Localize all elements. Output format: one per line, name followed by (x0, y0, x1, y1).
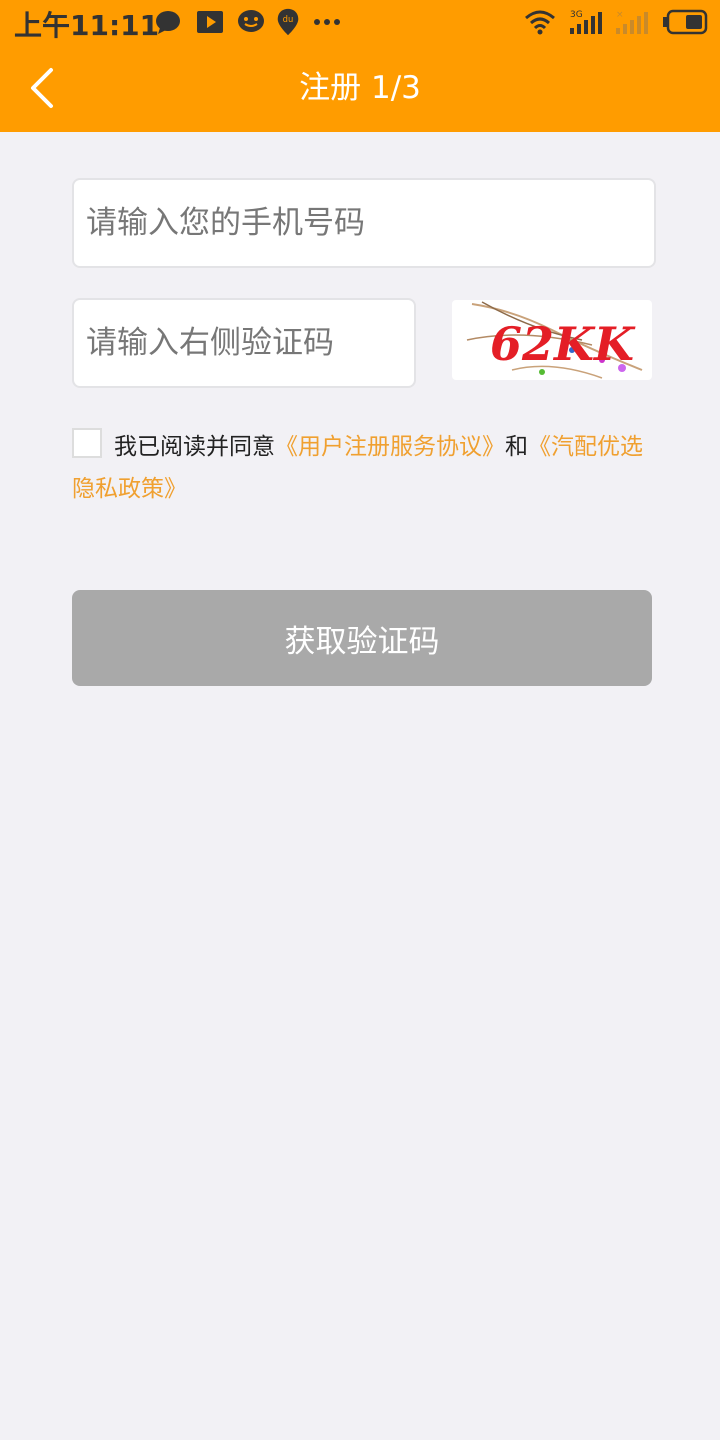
phone-input[interactable] (74, 180, 654, 266)
chat-bubble-icon (156, 11, 180, 34)
captcha-code-text: 62KK (490, 317, 636, 371)
status-time: 上午11:11 (14, 9, 160, 42)
agreement-prefix: 我已阅读并同意 (114, 434, 275, 460)
signal-no-sim-icon: × (616, 10, 648, 34)
page-title: 注册 1/3 (299, 70, 421, 106)
play-icon (197, 11, 223, 33)
agreement-row: 我已阅读并同意《用户注册服务协议》和《汽配优选隐私政策》 (72, 426, 652, 510)
app-header: 上午11:11 du 3G × 注册 1/3 (0, 0, 720, 132)
baidu-map-pin-icon: du (277, 8, 299, 36)
nav-bar: 注册 1/3 (0, 44, 720, 132)
more-dots-icon (314, 19, 340, 25)
network-type-label: 3G (570, 10, 583, 20)
agree-checkbox[interactable] (72, 428, 102, 458)
get-code-button[interactable]: 获取验证码 (72, 590, 652, 686)
status-bar: 上午11:11 du 3G × (0, 0, 720, 44)
captcha-input[interactable] (74, 300, 414, 386)
signal-3g-icon: 3G (570, 10, 602, 34)
agreement-text: 我已阅读并同意《用户注册服务协议》和《汽配优选隐私政策》 (72, 426, 652, 510)
svg-text:×: × (616, 10, 624, 20)
battery-icon (663, 9, 708, 35)
phone-field (72, 178, 656, 268)
captcha-graphic: 62KK (466, 301, 643, 379)
wifi-icon (525, 10, 555, 35)
user-agreement-link[interactable]: 《用户注册服务协议》 (275, 434, 505, 460)
captcha-field (72, 298, 416, 388)
agreement-conjunction: 和 (505, 434, 528, 460)
captcha-image[interactable]: 62KK (452, 300, 652, 380)
smile-chat-icon (238, 10, 264, 32)
svg-text:du: du (283, 14, 294, 24)
